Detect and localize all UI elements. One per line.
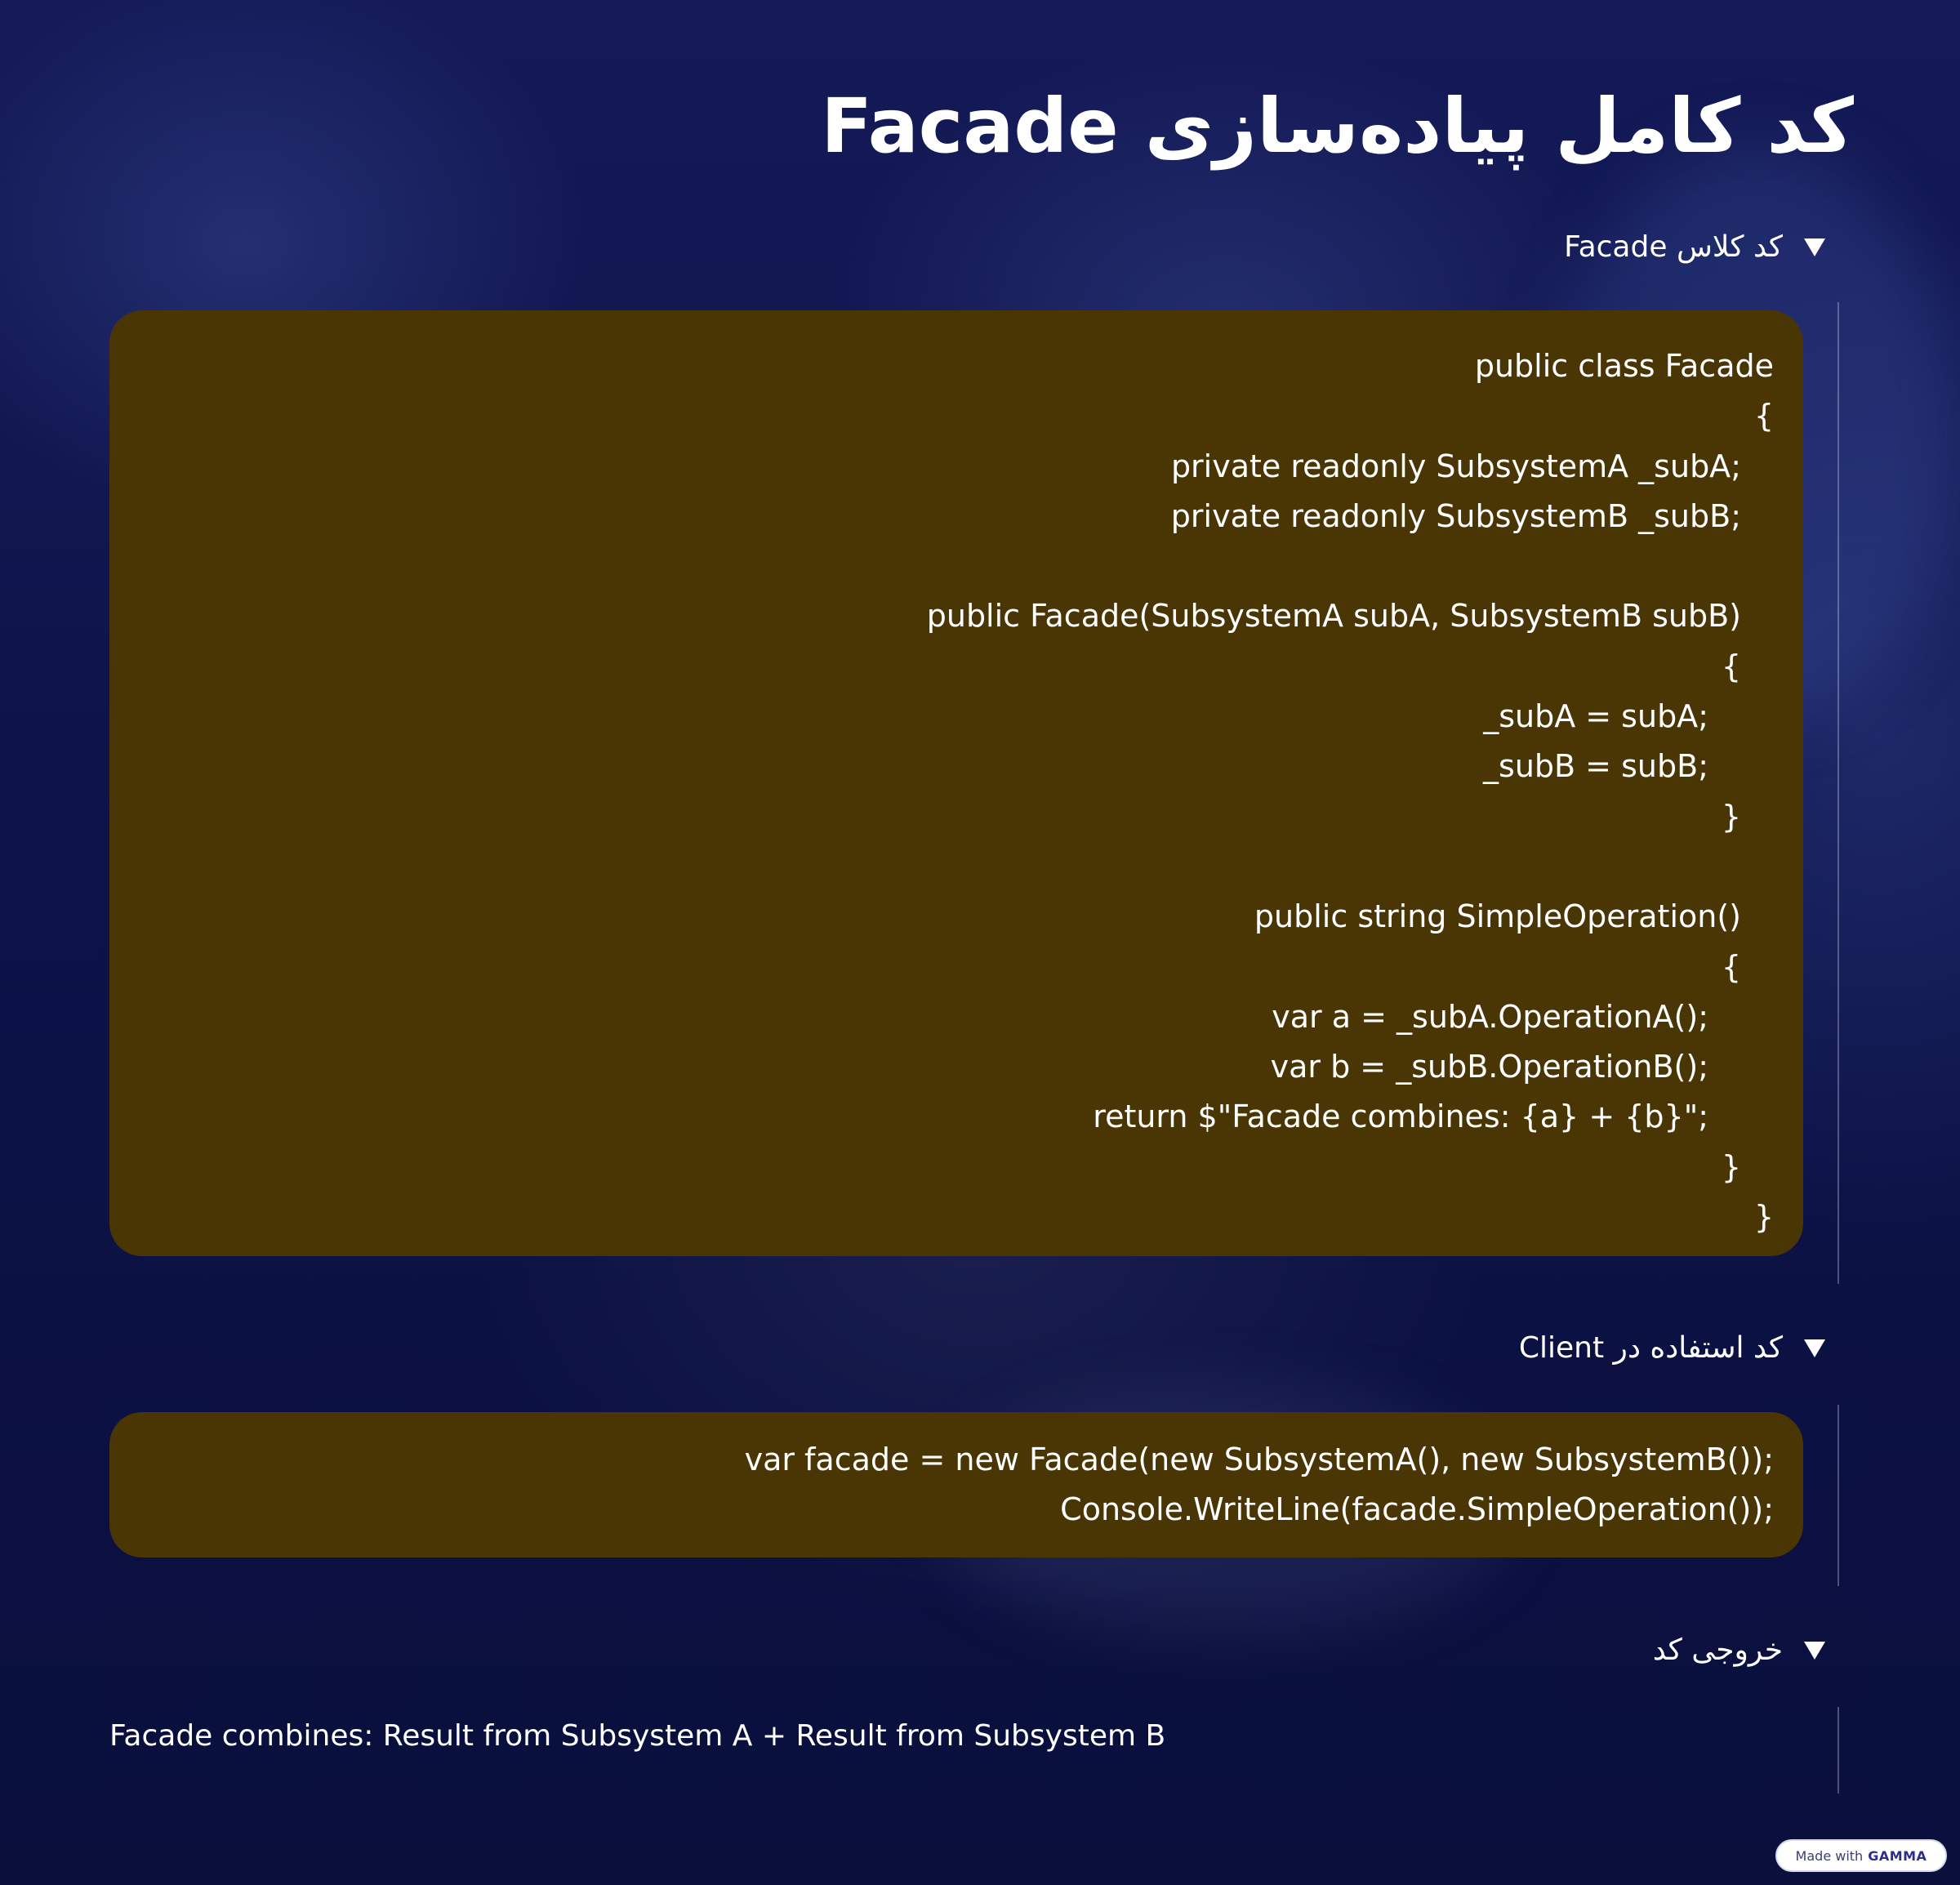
code-line: ;var facade = new Facade(new SubsystemA(…: [744, 1442, 1774, 1477]
section-toggle-code-output[interactable]: خروجی کد: [1653, 1633, 1825, 1667]
code-line: ;private readonly SubsystemB _subB: [1170, 497, 1741, 534]
code-line: {: [1721, 798, 1741, 835]
section-toggle-facade-class[interactable]: کد کلاس Facade: [1564, 230, 1825, 264]
code-lines: ;var facade = new Facade(new SubsystemA(…: [139, 1435, 1774, 1535]
badge-prefix: Made with: [1795, 1847, 1864, 1864]
code-output-text: Facade combines: Result from Subsystem A…: [109, 1719, 1166, 1753]
code-line: }: [1753, 398, 1774, 434]
code-line: ;subA = subA_: [1483, 698, 1708, 735]
section-title: کد کلاس Facade: [1564, 230, 1783, 264]
code-line: public Facade(SubsystemA subA, Subsystem…: [926, 598, 1741, 635]
code-line: }: [1721, 948, 1741, 985]
section-title: کد استفاده در Client: [1518, 1331, 1783, 1365]
page-content: کد کامل پیاده‌سازی Facade کد کلاس Facade…: [0, 0, 1960, 1885]
code-lines: public class Facade} ;private readonly Su…: [139, 341, 1774, 1242]
code-line: public class Facade: [1474, 348, 1774, 384]
code-line: ;()var a = _subA.OperationA: [1272, 998, 1708, 1035]
triangle-down-icon: [1804, 238, 1825, 256]
code-line: }: [1721, 648, 1741, 684]
code-block-client-usage: ;var facade = new Facade(new SubsystemA(…: [109, 1412, 1803, 1557]
code-line: {: [1753, 1199, 1774, 1236]
section-divider-line: [1838, 1405, 1839, 1586]
code-line: ;"return $"Facade combines: {a} + {b}: [1093, 1098, 1708, 1135]
code-line: ;Console.WriteLine(facade.SimpleOperatio…: [1060, 1491, 1774, 1528]
section-toggle-client-usage[interactable]: کد استفاده در Client: [1519, 1331, 1825, 1365]
code-line: ;private readonly SubsystemA _subA: [1170, 448, 1741, 484]
code-line: ;subB = subB_: [1483, 748, 1708, 785]
triangle-down-icon: [1804, 1339, 1825, 1357]
gamma-logo: GAMMA: [1868, 1847, 1927, 1864]
section-title: خروجی کد: [1652, 1633, 1783, 1667]
code-line: {: [1721, 1148, 1741, 1185]
page-title: کد کامل پیاده‌سازی Facade: [821, 82, 1854, 170]
triangle-down-icon: [1804, 1641, 1825, 1660]
made-with-gamma-badge[interactable]: Made with GAMMA: [1775, 1839, 1947, 1872]
code-block-facade-class: public class Facade} ;private readonly Su…: [109, 310, 1803, 1256]
code-line: ;()var b = _subB.OperationB: [1270, 1049, 1708, 1085]
code-line: ()public string SimpleOperation: [1254, 898, 1741, 935]
section-divider-line: [1838, 1707, 1839, 1794]
section-divider-line: [1838, 302, 1839, 1284]
